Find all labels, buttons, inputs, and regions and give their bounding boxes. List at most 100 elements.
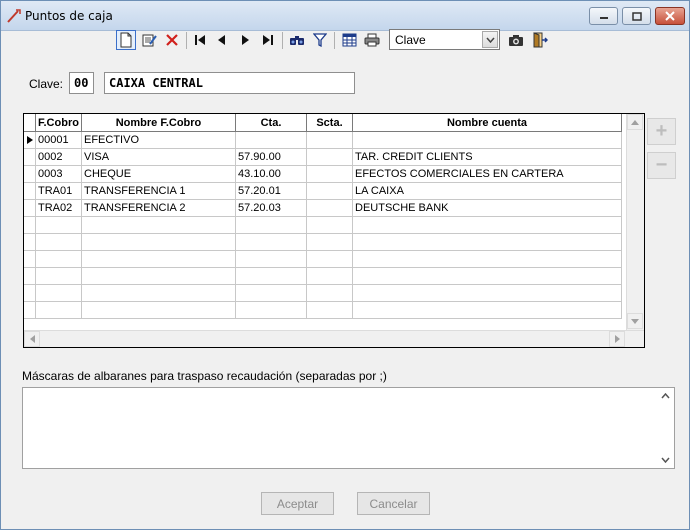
table-cell[interactable] xyxy=(36,268,82,285)
filter-button[interactable] xyxy=(310,30,330,50)
masks-textarea[interactable] xyxy=(22,387,675,469)
delete-button[interactable] xyxy=(162,30,182,50)
next-record-button[interactable] xyxy=(235,30,255,50)
table-cell[interactable]: 00001 xyxy=(36,132,82,149)
order-select-arrow[interactable] xyxy=(482,31,498,48)
table-cell[interactable]: 57.20.01 xyxy=(236,183,307,200)
table-cell[interactable]: TAR. CREDIT CLIENTS xyxy=(353,149,622,166)
table-cell[interactable] xyxy=(353,132,622,149)
clave-code-field[interactable]: 00 xyxy=(69,72,94,94)
table-cell[interactable] xyxy=(307,132,353,149)
table-cell[interactable]: 57.90.00 xyxy=(236,149,307,166)
table-cell[interactable]: TRA02 xyxy=(36,200,82,217)
table-cell[interactable] xyxy=(36,234,82,251)
table-cell[interactable]: TRANSFERENCIA 1 xyxy=(82,183,236,200)
table-cell[interactable] xyxy=(307,285,353,302)
table-cell[interactable] xyxy=(36,302,82,319)
table-cell[interactable] xyxy=(307,217,353,234)
table-cell[interactable] xyxy=(353,251,622,268)
table-row[interactable] xyxy=(24,251,622,268)
table-cell[interactable] xyxy=(36,251,82,268)
table-row[interactable] xyxy=(24,217,622,234)
scroll-right-button[interactable] xyxy=(609,331,625,347)
table-cell[interactable] xyxy=(236,132,307,149)
table-cell[interactable] xyxy=(36,285,82,302)
table-row[interactable]: 0003 CHEQUE 43.10.00 EFECTOS COMERCIALES EN… xyxy=(24,166,622,183)
table-row[interactable] xyxy=(24,268,622,285)
table-cell[interactable] xyxy=(82,251,236,268)
order-select[interactable]: Clave xyxy=(389,29,500,50)
scroll-down-button[interactable] xyxy=(627,313,643,329)
prev-record-button[interactable] xyxy=(212,30,232,50)
new-button[interactable] xyxy=(116,30,136,50)
table-cell[interactable] xyxy=(353,234,622,251)
table-row[interactable]: TRA02 TRANSFERENCIA 2 57.20.03 DEUTSCHE BAN… xyxy=(24,200,622,217)
table-cell[interactable] xyxy=(236,251,307,268)
accept-button[interactable]: Aceptar xyxy=(261,492,334,515)
payment-methods-grid[interactable]: F.Cobro Nombre F.Cobro Cta. Scta. Nombre… xyxy=(23,113,645,348)
table-cell[interactable] xyxy=(353,285,622,302)
table-cell[interactable] xyxy=(236,285,307,302)
maximize-button[interactable] xyxy=(622,7,651,25)
table-cell[interactable]: EFECTIVO xyxy=(82,132,236,149)
scroll-left-button[interactable] xyxy=(24,331,40,347)
table-cell[interactable] xyxy=(307,302,353,319)
table-cell[interactable] xyxy=(307,200,353,217)
table-row[interactable] xyxy=(24,302,622,319)
table-cell[interactable]: LA CAIXA xyxy=(353,183,622,200)
table-cell[interactable]: CHEQUE xyxy=(82,166,236,183)
table-cell[interactable] xyxy=(82,234,236,251)
table-cell[interactable] xyxy=(236,268,307,285)
table-cell[interactable] xyxy=(307,251,353,268)
table-row[interactable] xyxy=(24,285,622,302)
print-button[interactable] xyxy=(362,30,382,50)
grid-view-button[interactable] xyxy=(339,30,359,50)
table-cell[interactable] xyxy=(236,217,307,234)
table-cell[interactable] xyxy=(353,217,622,234)
find-button[interactable] xyxy=(287,30,307,50)
cancel-button[interactable]: Cancelar xyxy=(357,492,430,515)
table-cell[interactable] xyxy=(82,217,236,234)
last-record-button[interactable] xyxy=(258,30,278,50)
table-cell[interactable]: EFECTOS COMERCIALES EN CARTERA xyxy=(353,166,622,183)
column-header[interactable]: Scta. xyxy=(307,114,353,132)
first-record-button[interactable] xyxy=(190,30,210,50)
table-cell[interactable] xyxy=(307,166,353,183)
table-cell[interactable] xyxy=(82,302,236,319)
table-cell[interactable] xyxy=(236,302,307,319)
scroll-up-button[interactable] xyxy=(627,114,643,130)
exit-button[interactable] xyxy=(530,30,550,50)
table-row[interactable]: 0002 VISA 57.90.00 TAR. CREDIT CLIENTS xyxy=(24,149,622,166)
camera-button[interactable] xyxy=(506,30,526,50)
edit-button[interactable] xyxy=(139,30,159,50)
table-cell[interactable] xyxy=(82,285,236,302)
table-cell[interactable]: DEUTSCHE BANK xyxy=(353,200,622,217)
minimize-button[interactable] xyxy=(589,7,618,25)
table-cell[interactable] xyxy=(353,268,622,285)
table-cell[interactable]: VISA xyxy=(82,149,236,166)
remove-row-button[interactable]: − xyxy=(647,152,676,179)
table-cell[interactable]: 57.20.03 xyxy=(236,200,307,217)
table-cell[interactable]: TRA01 xyxy=(36,183,82,200)
add-row-button[interactable]: + xyxy=(647,118,676,145)
grid-vertical-scrollbar[interactable] xyxy=(626,114,644,330)
table-cell[interactable] xyxy=(36,217,82,234)
table-cell[interactable] xyxy=(82,268,236,285)
table-row[interactable] xyxy=(24,234,622,251)
clave-name-field[interactable]: CAIXA CENTRAL xyxy=(104,72,355,94)
table-row[interactable]: 00001 EFECTIVO xyxy=(24,132,622,149)
table-cell[interactable]: 0003 xyxy=(36,166,82,183)
column-header[interactable]: Nombre F.Cobro xyxy=(82,114,236,132)
table-cell[interactable] xyxy=(307,234,353,251)
table-cell[interactable] xyxy=(307,268,353,285)
column-header[interactable]: Nombre cuenta xyxy=(353,114,622,132)
table-cell[interactable]: 43.10.00 xyxy=(236,166,307,183)
column-header[interactable]: F.Cobro xyxy=(36,114,82,132)
table-cell[interactable]: TRANSFERENCIA 2 xyxy=(82,200,236,217)
table-cell[interactable] xyxy=(353,302,622,319)
table-row[interactable]: TRA01 TRANSFERENCIA 1 57.20.01 LA CAIXA xyxy=(24,183,622,200)
memo-scrollbar[interactable] xyxy=(657,388,674,468)
close-button[interactable] xyxy=(655,7,685,25)
table-cell[interactable] xyxy=(307,183,353,200)
table-cell[interactable] xyxy=(236,234,307,251)
